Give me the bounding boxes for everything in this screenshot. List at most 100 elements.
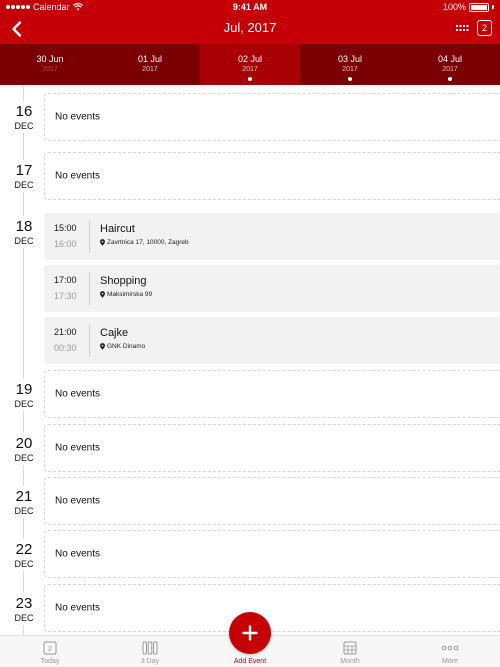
day-month: DEC (14, 180, 34, 190)
date-cell[interactable]: 30 Jun 2017 (0, 44, 100, 85)
plus-icon (242, 625, 258, 641)
event-location-text: Maksimirska 99 (107, 291, 153, 298)
event-location: Zavrtnica 17, 10000, Zagreb (100, 239, 189, 246)
three-columns-icon (142, 641, 158, 655)
grid-view-button[interactable] (454, 21, 470, 37)
location-pin-icon (100, 291, 105, 298)
date-day: 01 Jul (137, 54, 163, 64)
no-events-label: No events (55, 170, 101, 182)
event-times: 15:00 16:00 (54, 223, 88, 249)
day-label: 20 DEC (4, 433, 44, 465)
event-times: 17:00 17:30 (54, 275, 88, 301)
tab-label: Month (340, 658, 360, 665)
month-grid-icon (343, 641, 357, 655)
event-separator (89, 324, 90, 357)
day-number: 19 (15, 381, 33, 398)
calendar-day-icon: 2 (43, 641, 57, 655)
tab-month[interactable]: Month (300, 636, 400, 667)
status-time: 9:41 AM (232, 2, 268, 12)
date-cell-selected[interactable]: 02 Jul 2017 (200, 44, 300, 85)
day-month: DEC (14, 236, 34, 246)
event-end-time: 00:30 (54, 343, 77, 353)
add-event-button[interactable] (229, 612, 271, 654)
date-cell[interactable]: 04 Jul 2017 (400, 44, 500, 85)
event-card[interactable]: 17:00 17:30 Shopping Maksimirska 99 (44, 265, 500, 312)
empty-day-card[interactable]: No events (44, 152, 500, 200)
day-label: 16 DEC (4, 101, 44, 133)
no-events-label: No events (55, 111, 101, 123)
nav-bar: Jul, 2017 2 (0, 14, 500, 44)
no-events-label: No events (55, 388, 101, 400)
timeline[interactable]: 16 DEC No events 17 DEC No events 18 DEC… (0, 85, 500, 635)
day-month: DEC (14, 399, 34, 409)
location-pin-icon (100, 343, 105, 350)
status-right: 100% (443, 2, 494, 12)
today-icon-number: 2 (48, 646, 52, 653)
date-day: 03 Jul (337, 54, 363, 64)
day-number: 20 (15, 435, 33, 452)
event-location-text: Zavrtnica 17, 10000, Zagreb (107, 239, 189, 246)
event-end-time: 16:00 (54, 239, 77, 249)
day-month: DEC (14, 559, 34, 569)
battery-tip (492, 5, 494, 9)
tab-label: Today (40, 658, 60, 665)
day-month: DEC (14, 121, 34, 131)
event-title: Shopping (100, 275, 147, 287)
event-separator (89, 220, 90, 253)
today-badge-button[interactable]: 2 (477, 20, 492, 36)
no-events-label: No events (55, 602, 101, 614)
more-dots-icon (441, 645, 459, 651)
tab-label: 3 Day (140, 658, 160, 665)
event-start-time: 21:00 (54, 327, 77, 337)
date-year: 2017 (442, 66, 458, 73)
battery-icon (469, 2, 489, 12)
nav-title: Jul, 2017 (223, 20, 277, 35)
event-dot (348, 77, 352, 81)
empty-day-card[interactable]: No events (44, 93, 500, 141)
event-location: GNK Dinamo (100, 343, 145, 350)
event-title: Haircut (100, 223, 135, 235)
tab-more[interactable]: More (400, 636, 500, 667)
day-number: 17 (15, 162, 33, 179)
battery-percent: 100% (442, 2, 466, 12)
location-pin-icon (100, 239, 105, 246)
day-label: 18 DEC (4, 216, 44, 248)
event-location: Maksimirska 99 (100, 291, 152, 298)
date-cell[interactable]: 03 Jul 2017 (300, 44, 400, 85)
day-number: 16 (15, 103, 33, 120)
date-day: 02 Jul (237, 54, 263, 64)
day-number: 23 (15, 595, 33, 612)
tab-label: More (442, 658, 458, 665)
day-label: 23 DEC (4, 593, 44, 625)
empty-day-card[interactable]: No events (44, 530, 500, 578)
tab-three-day[interactable]: 3 Day (100, 636, 200, 667)
tab-today[interactable]: 2 Today (0, 636, 100, 667)
date-day: 04 Jul (437, 54, 463, 64)
day-number: 21 (15, 488, 33, 505)
date-year: 2017 (142, 66, 158, 73)
day-label: 22 DEC (4, 539, 44, 571)
event-dot (448, 77, 452, 81)
tab-label: Add Event (233, 658, 267, 665)
date-year: 2017 (342, 66, 358, 73)
event-dot (248, 77, 252, 81)
event-card[interactable]: 15:00 16:00 Haircut Zavrtnica 17, 10000,… (44, 213, 500, 260)
date-year: 2017 (42, 66, 58, 73)
no-events-label: No events (55, 548, 101, 560)
no-events-label: No events (55, 495, 101, 507)
day-month: DEC (14, 613, 34, 623)
empty-day-card[interactable]: No events (44, 584, 500, 632)
event-times: 21:00 00:30 (54, 327, 88, 353)
empty-day-card[interactable]: No events (44, 477, 500, 525)
event-card[interactable]: 21:00 00:30 Cajke GNK Dinamo (44, 317, 500, 364)
grid-icon (456, 25, 469, 31)
empty-day-card[interactable]: No events (44, 370, 500, 418)
event-separator (89, 272, 90, 305)
date-cell[interactable]: 01 Jul 2017 (100, 44, 200, 85)
day-month: DEC (14, 506, 34, 516)
event-end-time: 17:30 (54, 291, 77, 301)
event-location-text: GNK Dinamo (107, 343, 146, 350)
day-label: 19 DEC (4, 379, 44, 411)
date-day: 30 Jun (36, 54, 64, 64)
empty-day-card[interactable]: No events (44, 424, 500, 472)
